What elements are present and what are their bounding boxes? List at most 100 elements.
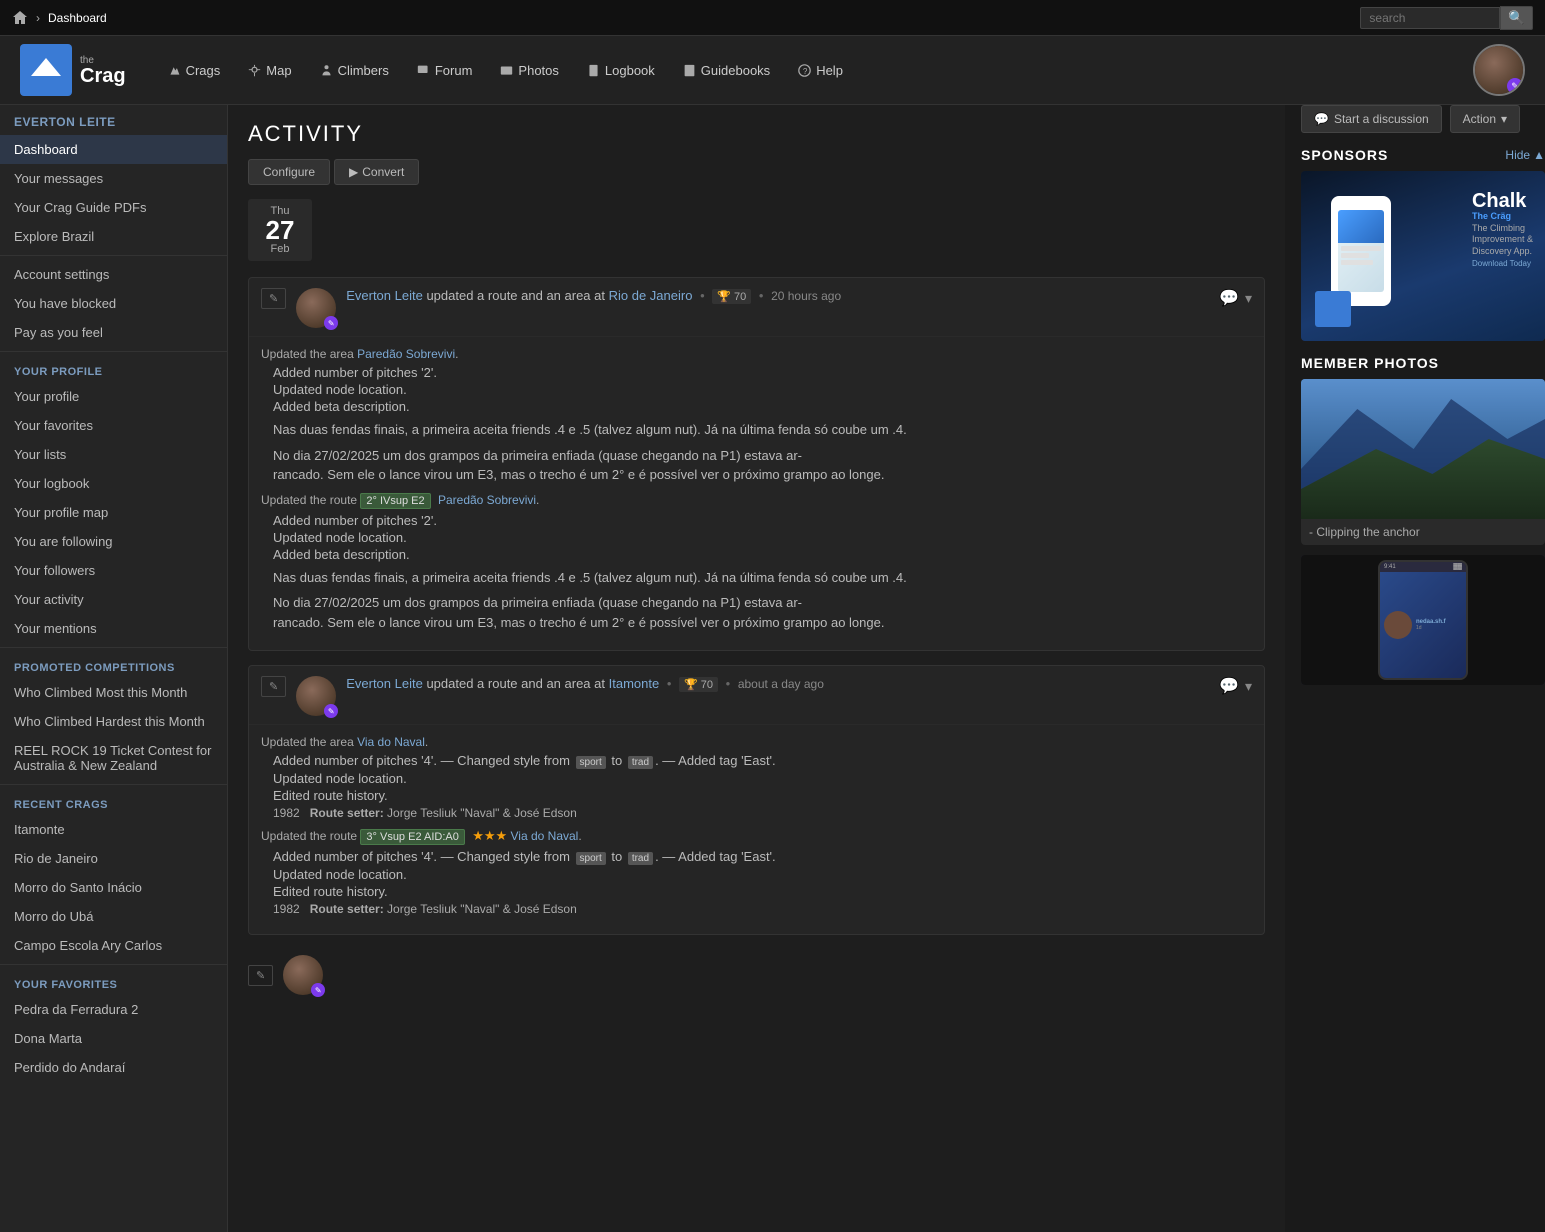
sidebar-item-followers[interactable]: Your followers <box>0 556 227 585</box>
phone-content: nedaa.sh.f 1d <box>1416 619 1446 631</box>
logo[interactable]: the Crag <box>20 44 126 96</box>
entry-location-1[interactable]: Rio de Janeiro <box>609 288 693 303</box>
sidebar-section-competitions: Promoted Competitions <box>0 652 227 678</box>
sidebar-item-profile-map[interactable]: Your profile map <box>0 498 227 527</box>
photo-card-1[interactable]: - Clipping the anchor <box>1301 379 1545 545</box>
sidebar-item-fav1[interactable]: Pedra da Ferradura 2 <box>0 995 227 1024</box>
entry-area-title-2: Updated the area Via do Naval. <box>261 735 1252 749</box>
page-layout: Everton Leite Dashboard Your messages Yo… <box>0 105 1545 1232</box>
entry-user-link-2[interactable]: Everton Leite <box>346 676 423 691</box>
search-input[interactable] <box>1360 7 1500 29</box>
entry-route-info-2b: 1982 Route setter: Jorge Tesliuk "Naval"… <box>273 902 1252 916</box>
entry-time-2: about a day ago <box>738 677 824 691</box>
sidebar-item-comp3[interactable]: REEL ROCK 19 Ticket Contest for Australi… <box>0 736 227 780</box>
sidebar-item-comp2[interactable]: Who Climbed Hardest this Month <box>0 707 227 736</box>
entry-location-2[interactable]: Itamonte <box>609 676 660 691</box>
sidebar-item-following[interactable]: You are following <box>0 527 227 556</box>
entry-route-link-1[interactable]: Paredão Sobrevivi <box>438 493 536 507</box>
configure-bar: Configure ▶ Convert <box>248 159 1265 185</box>
entry-detail-1e: No dia 27/02/2025 um dos grampos da prim… <box>273 446 1252 485</box>
nav-guidebooks[interactable]: Guidebooks <box>671 57 782 84</box>
date-month: Feb <box>271 243 290 255</box>
sidebar-item-crag-morro-uba[interactable]: Morro do Ubá <box>0 902 227 931</box>
entry-detail-1b: Updated node location. <box>273 382 1252 397</box>
tag-sport-2: sport <box>576 852 606 865</box>
home-icon[interactable] <box>12 10 28 26</box>
entry-area-link-1[interactable]: Paredão Sobrevivi <box>357 347 455 361</box>
entry-detail-1c: Added beta description. <box>273 399 1252 414</box>
entry-route-detail-1d: Nas duas fendas finais, a primeira aceit… <box>273 568 1252 588</box>
sidebar-item-explore[interactable]: Explore Brazil <box>0 222 227 251</box>
start-discussion-button[interactable]: 💬 Start a discussion <box>1301 105 1442 133</box>
entry-edit-button-3[interactable]: ✎ <box>248 965 273 986</box>
entry-route-detail-2c: Edited route history. <box>273 884 1252 899</box>
sidebar-section-profile: Your Profile <box>0 356 227 382</box>
entry-more-button-2[interactable]: ▾ <box>1245 678 1252 695</box>
action-bar: 💬 Start a discussion Action ▾ <box>1301 105 1545 133</box>
entry-body-1: Updated the area Paredão Sobrevivi. Adde… <box>249 337 1264 650</box>
entry-more-button-1[interactable]: ▾ <box>1245 290 1252 307</box>
nav-forum[interactable]: Forum <box>405 57 485 84</box>
phone-status-bar: 9:41▓▓ <box>1380 562 1466 572</box>
sidebar-item-dashboard[interactable]: Dashboard <box>0 135 227 164</box>
nav-map[interactable]: Map <box>236 57 303 84</box>
crags-icon <box>168 64 181 77</box>
sidebar-item-mentions[interactable]: Your mentions <box>0 614 227 643</box>
entry-route-detail-1c: Added beta description. <box>273 547 1252 562</box>
configure-button[interactable]: Configure <box>248 159 330 185</box>
sponsor-text-block: Chalk The Cräg The ClimbingImprovement &… <box>1472 191 1533 269</box>
entry-quality-2: 🏆 70 <box>679 677 718 692</box>
entry-actions-2: 💬 ▾ <box>1219 676 1252 696</box>
sidebar-item-crag-campo[interactable]: Campo Escola Ary Carlos <box>0 931 227 960</box>
sidebar-item-activity[interactable]: Your activity <box>0 585 227 614</box>
sidebar-item-your-profile[interactable]: Your profile <box>0 382 227 411</box>
nav-photos[interactable]: Photos <box>488 57 570 84</box>
avatar[interactable]: ✎ <box>1473 44 1525 96</box>
breadcrumb: › Dashboard <box>12 10 107 26</box>
sidebar-item-pay[interactable]: Pay as you feel <box>0 318 227 347</box>
search-button[interactable]: 🔍 <box>1500 6 1533 30</box>
entry-user-link-1[interactable]: Everton Leite <box>346 288 423 303</box>
action-button[interactable]: Action ▾ <box>1450 105 1520 133</box>
entry-comment-button-2[interactable]: 💬 <box>1219 676 1239 696</box>
sidebar-item-guide-pdfs[interactable]: Your Crag Guide PDFs <box>0 193 227 222</box>
sidebar-item-logbook[interactable]: Your logbook <box>0 469 227 498</box>
sidebar-item-crag-itamonte[interactable]: Itamonte <box>0 815 227 844</box>
sidebar-section-favorites: Your Favorites <box>0 969 227 995</box>
entry-avatar-badge-1: ✎ <box>324 316 338 330</box>
sidebar-item-fav3[interactable]: Perdido do Andaraí <box>0 1053 227 1082</box>
entry-detail-2b: Updated node location. <box>273 771 1252 786</box>
entry-avatar-badge-2: ✎ <box>324 704 338 718</box>
sidebar-item-comp1[interactable]: Who Climbed Most this Month <box>0 678 227 707</box>
entry-area-section-2: Updated the area Via do Naval. Added num… <box>261 735 1252 820</box>
sidebar-item-crag-rio[interactable]: Rio de Janeiro <box>0 844 227 873</box>
breadcrumb-page: Dashboard <box>48 11 107 25</box>
map-icon <box>248 64 261 77</box>
photo-mountain-bg <box>1301 379 1545 519</box>
sponsor-image[interactable]: Chalk The Cräg The ClimbingImprovement &… <box>1301 171 1545 341</box>
chalk-download: Download Today <box>1472 259 1531 268</box>
entry-route-detail-2b: Updated node location. <box>273 867 1252 882</box>
nav-climbers[interactable]: Climbers <box>308 57 401 84</box>
entry-edit-button-1[interactable]: ✎ <box>261 288 286 309</box>
svg-text:?: ? <box>803 66 808 75</box>
entry-edit-button-2[interactable]: ✎ <box>261 676 286 697</box>
mountain-svg <box>1301 379 1545 519</box>
sidebar-item-blocked[interactable]: You have blocked <box>0 289 227 318</box>
convert-button[interactable]: ▶ Convert <box>334 159 419 185</box>
nav-help[interactable]: ? Help <box>786 57 855 84</box>
sidebar-item-account-settings[interactable]: Account settings <box>0 260 227 289</box>
sidebar-item-crag-morro-santo[interactable]: Morro do Santo Inácio <box>0 873 227 902</box>
chalk-brand: Chalk <box>1472 191 1533 211</box>
sidebar-item-fav2[interactable]: Dona Marta <box>0 1024 227 1053</box>
entry-comment-button-1[interactable]: 💬 <box>1219 288 1239 308</box>
sidebar-item-messages[interactable]: Your messages <box>0 164 227 193</box>
photo-card-2[interactable]: 9:41▓▓ nedaa.sh.f 1d <box>1301 555 1545 685</box>
nav-crags[interactable]: Crags <box>156 57 233 84</box>
entry-route-link-2[interactable]: Via do Naval <box>511 829 579 843</box>
sidebar-item-favorites[interactable]: Your favorites <box>0 411 227 440</box>
sponsors-hide-link[interactable]: Hide ▲ <box>1505 148 1545 162</box>
sidebar-item-lists[interactable]: Your lists <box>0 440 227 469</box>
entry-area-link-2[interactable]: Via do Naval <box>357 735 425 749</box>
nav-logbook[interactable]: Logbook <box>575 57 667 84</box>
